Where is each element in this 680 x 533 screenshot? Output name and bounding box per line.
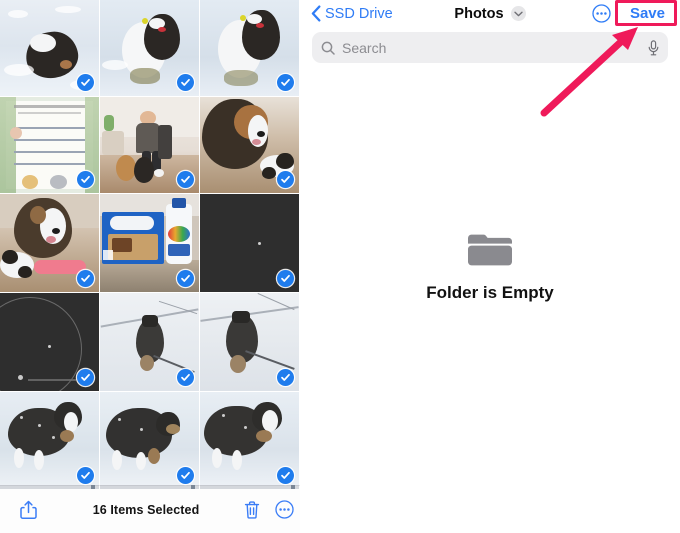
selected-badge[interactable] — [277, 74, 294, 91]
photo-cell[interactable] — [100, 194, 199, 292]
files-destination-panel: SSD Drive Photos Save Search Folder is E… — [300, 0, 680, 533]
cell-scrollbar[interactable] — [200, 485, 299, 489]
selected-badge[interactable] — [177, 171, 194, 188]
selection-count-label: 16 Items Selected — [92, 502, 200, 517]
empty-state-title: Folder is Empty — [426, 282, 554, 302]
selected-badge[interactable] — [77, 467, 94, 484]
app-root: 16 Items Selected SSD Drive Photos Save … — [0, 0, 680, 533]
selected-badge[interactable] — [177, 270, 194, 287]
photo-picker-panel: 16 Items Selected — [0, 0, 300, 533]
photo-cell[interactable] — [200, 97, 299, 193]
selected-badge[interactable] — [277, 171, 294, 188]
photo-cell[interactable] — [0, 392, 99, 489]
photo-cell[interactable] — [0, 0, 99, 96]
photo-cell[interactable] — [200, 194, 299, 292]
photo-cell[interactable] — [200, 293, 299, 391]
selected-badge[interactable] — [177, 74, 194, 91]
photo-cell[interactable] — [0, 97, 99, 193]
selected-badge[interactable] — [277, 467, 294, 484]
photo-cell[interactable] — [0, 194, 99, 292]
photo-cell[interactable] — [100, 97, 199, 193]
selected-badge[interactable] — [77, 74, 94, 91]
selected-badge[interactable] — [77, 171, 94, 188]
photo-cell[interactable] — [200, 392, 299, 489]
photo-cell[interactable] — [0, 293, 99, 391]
photo-cell[interactable] — [200, 0, 299, 96]
photo-cell[interactable] — [100, 293, 199, 391]
selected-badge[interactable] — [177, 467, 194, 484]
selected-badge[interactable] — [177, 369, 194, 386]
selected-badge[interactable] — [277, 369, 294, 386]
cell-scrollbar[interactable] — [100, 485, 199, 489]
photo-cell[interactable] — [100, 0, 199, 96]
cell-scrollbar[interactable] — [0, 485, 99, 489]
folder-icon — [468, 234, 512, 265]
trash-icon[interactable] — [236, 500, 268, 519]
share-button[interactable] — [0, 500, 56, 520]
selected-badge[interactable] — [77, 270, 94, 287]
more-options-icon[interactable] — [268, 500, 300, 519]
photo-cell[interactable] — [100, 392, 199, 489]
photo-grid[interactable] — [0, 0, 300, 489]
selected-badge[interactable] — [277, 270, 294, 287]
photo-picker-toolbar: 16 Items Selected — [0, 485, 300, 533]
empty-state: Folder is Empty — [300, 0, 680, 533]
selected-badge[interactable] — [77, 369, 94, 386]
